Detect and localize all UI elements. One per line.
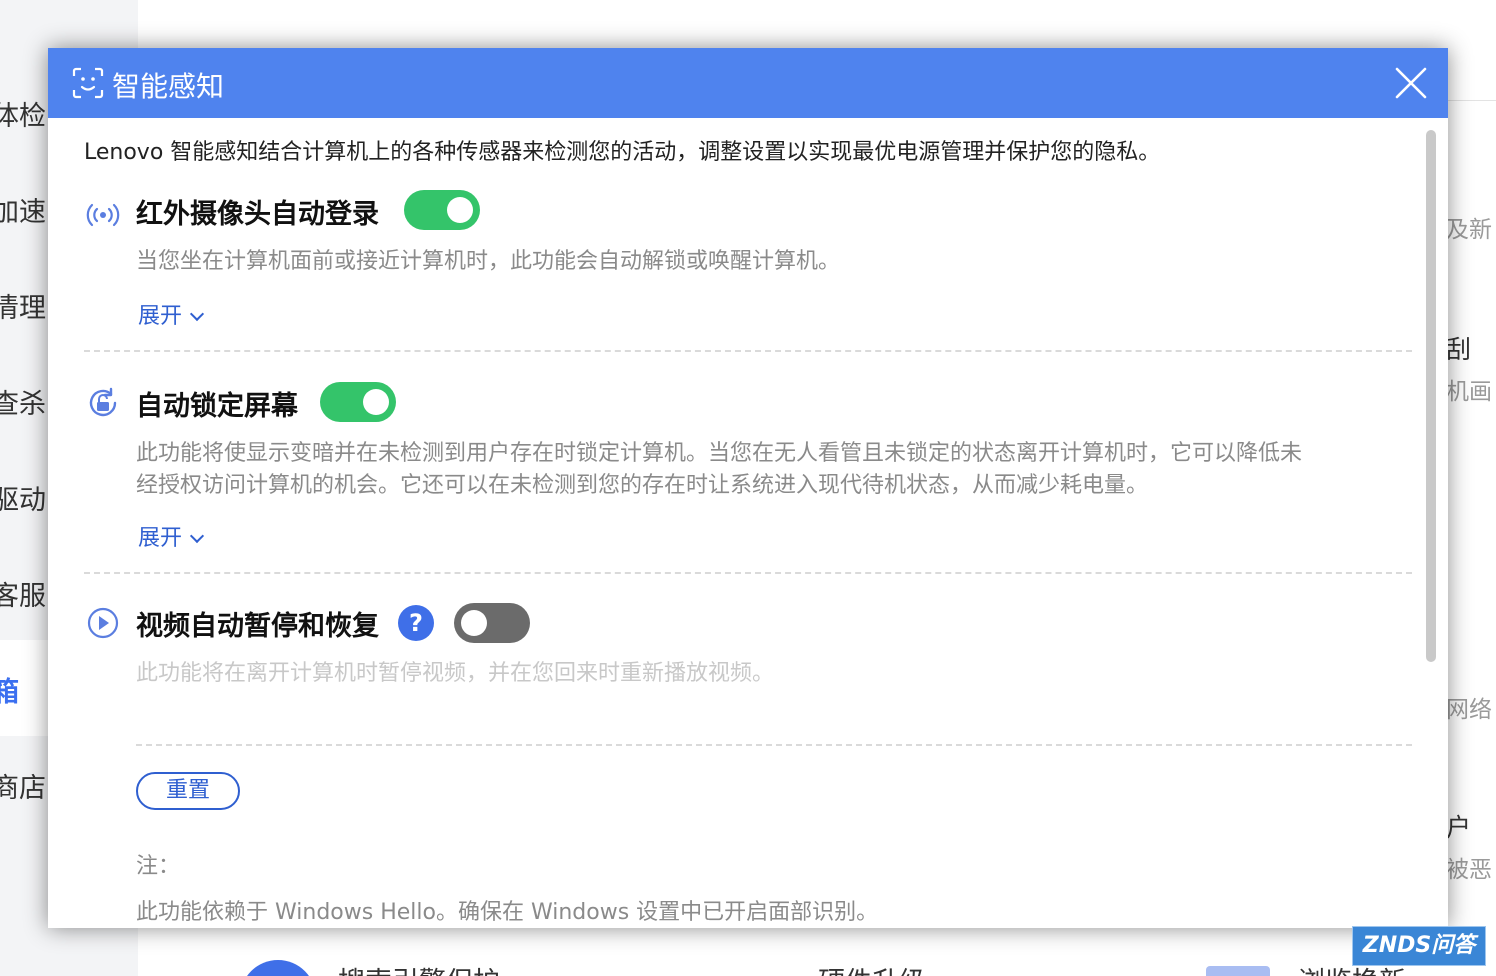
help-icon[interactable]: ? <box>398 605 434 641</box>
background-nav-item[interactable]: 清理 <box>0 286 46 325</box>
section-divider <box>84 572 1412 574</box>
expand-label: 展开 <box>138 304 183 329</box>
toggle-knob <box>363 389 389 415</box>
background-nav-item[interactable]: 加速 <box>0 190 46 229</box>
video-pause-toggle[interactable] <box>454 603 530 643</box>
chevron-down-icon <box>189 306 205 322</box>
feature-title-auto-lock: 自动锁定屏幕 <box>136 391 298 422</box>
background-text: 刮 <box>1446 335 1472 364</box>
lock-rotate-icon <box>89 387 117 417</box>
watermark-logo: ZNDS问答 <box>1352 926 1486 966</box>
chevron-down-icon <box>189 528 205 544</box>
background-nav-item-active[interactable]: 箱 <box>0 670 19 709</box>
background-text: 被恶 <box>1446 857 1492 883</box>
feature-description-auto-lock: 此功能将使显示变暗并在未检测到用户存在时锁定计算机。当您在无人看管且未锁定的状态… <box>136 438 1416 502</box>
section-divider <box>84 350 1412 352</box>
scrollbar-thumb[interactable] <box>1426 130 1436 662</box>
feature-title-video-pause: 视频自动暂停和恢复 <box>136 611 379 642</box>
dialog-title: 智能感知 <box>112 70 225 103</box>
background-shield-icon <box>240 960 316 976</box>
dialog-header: 智能感知 <box>48 48 1448 118</box>
description-line: 此功能将使显示变暗并在未检测到用户存在时锁定计算机。当您在无人看管且未锁定的状态… <box>136 441 1303 466</box>
feature-title-ir-login: 红外摄像头自动登录 <box>136 199 379 230</box>
background-nav-item[interactable]: 驱动 <box>0 478 46 517</box>
background-text: 机画 <box>1446 379 1492 405</box>
background-text: 户 <box>1446 813 1472 842</box>
section-divider <box>136 744 1412 746</box>
play-circle-icon <box>87 607 119 639</box>
toggle-knob <box>461 610 487 636</box>
face-scan-icon <box>72 67 104 99</box>
feature-description-ir-login: 当您坐在计算机面前或接近计算机时，此功能会自动解锁或唤醒计算机。 <box>136 249 841 274</box>
background-nav-item[interactable]: 商店 <box>0 766 46 805</box>
ir-login-toggle[interactable] <box>404 190 480 230</box>
background-nav-item[interactable]: 查杀 <box>0 382 46 421</box>
note-text: 此功能依赖于 Windows Hello。确保在 Windows 设置中已开启面… <box>136 900 879 925</box>
smart-sense-dialog: 智能感知 Lenovo 智能感知结合计算机上的各种传感器来检测您的活动，调整设置… <box>48 48 1448 928</box>
infrared-signal-icon <box>86 203 120 227</box>
background-divider <box>1448 100 1496 101</box>
feature-description-video-pause: 此功能将在离开计算机时暂停视频，并在您回来时重新播放视频。 <box>136 661 775 686</box>
background-card-label[interactable]: 搜索引擎保护 <box>338 960 500 976</box>
expand-label: 展开 <box>138 526 183 551</box>
background-text: 及新 <box>1446 217 1492 243</box>
background-nav-item[interactable]: 体检 <box>0 94 46 133</box>
background-text: 网络 <box>1446 697 1492 723</box>
background-box-icon <box>1206 966 1270 976</box>
close-icon[interactable] <box>1394 66 1428 100</box>
toggle-knob <box>447 197 473 223</box>
note-label: 注： <box>136 854 181 879</box>
expand-link-auto-lock[interactable]: 展开 <box>138 520 205 552</box>
background-nav-item[interactable]: 客服 <box>0 574 46 613</box>
reset-button[interactable]: 重置 <box>136 772 240 810</box>
background-card-label[interactable]: 硬件升级 <box>818 960 926 976</box>
description-line: 经授权访问计算机的机会。它还可以在未检测到您的存在时让系统进入现代待机状态，从而… <box>136 473 1149 498</box>
expand-link-ir-login[interactable]: 展开 <box>138 298 205 330</box>
dialog-intro: Lenovo 智能感知结合计算机上的各种传感器来检测您的活动，调整设置以实现最优… <box>84 140 1161 165</box>
auto-lock-toggle[interactable] <box>320 382 396 422</box>
